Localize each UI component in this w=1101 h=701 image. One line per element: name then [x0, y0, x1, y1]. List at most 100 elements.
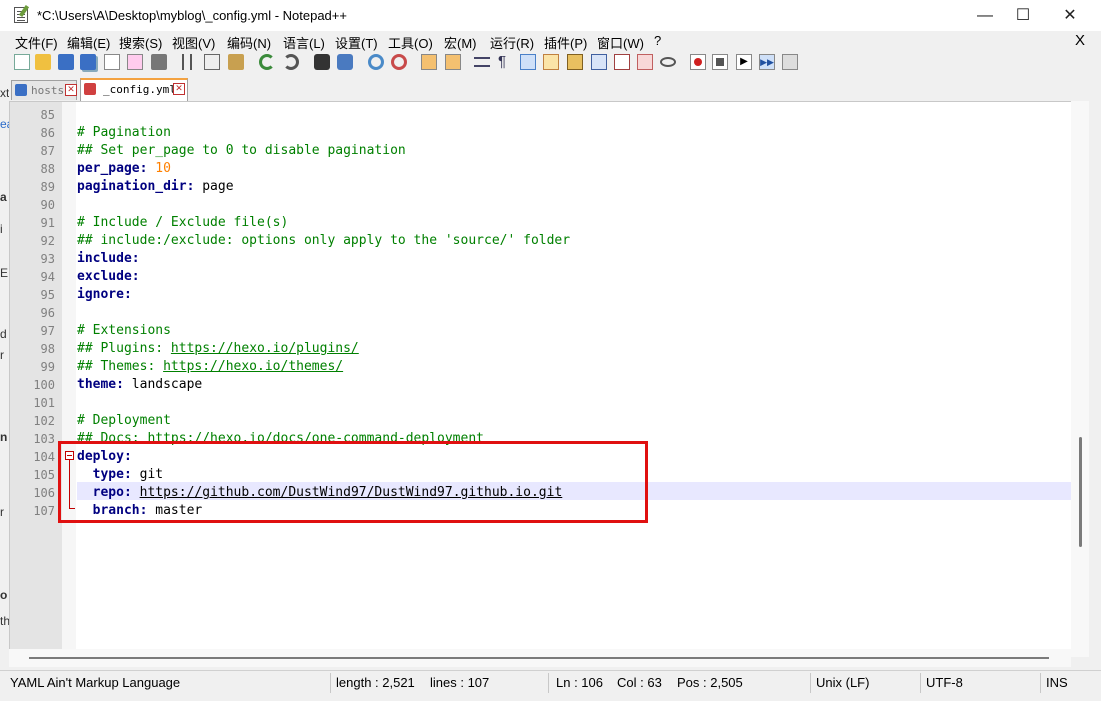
code-url-link[interactable]: https://hexo.io/themes/ — [163, 359, 343, 374]
code-line[interactable]: ## Set per_page to 0 to disable paginati… — [77, 142, 406, 160]
run-macro-multiple-icon[interactable]: ▶▶ — [759, 54, 775, 70]
code-line[interactable]: per_page: 10 — [77, 160, 171, 178]
code-line[interactable]: # Extensions — [77, 322, 171, 340]
close-all-icon[interactable] — [127, 54, 143, 70]
open-file-icon[interactable] — [35, 54, 51, 70]
tab-bar: hosts ✕ _config.yml ✕ — [0, 77, 1101, 101]
undo-icon[interactable] — [259, 54, 275, 70]
line-number: 100 — [33, 378, 55, 392]
new-file-icon[interactable] — [14, 54, 30, 70]
code-line[interactable]: ## Plugins: https://hexo.io/plugins/ — [77, 340, 359, 358]
replace-icon[interactable] — [337, 54, 353, 70]
redo-icon[interactable] — [283, 54, 299, 70]
tab-config-yml[interactable]: _config.yml ✕ — [80, 78, 188, 101]
line-number: 88 — [40, 162, 55, 176]
code-line[interactable]: ## Themes: https://hexo.io/themes/ — [77, 358, 343, 376]
play-macro-icon[interactable]: ▶ — [736, 54, 752, 70]
status-eol: Unix (LF) — [816, 675, 870, 690]
tab-close-icon[interactable]: ✕ — [173, 83, 185, 95]
print-icon[interactable] — [151, 54, 167, 70]
folder-workspace-icon[interactable] — [614, 54, 630, 70]
menu-macro[interactable]: 宏(M) — [444, 33, 477, 52]
menu-view[interactable]: 视图(V) — [172, 33, 215, 52]
record-macro-icon[interactable] — [690, 54, 706, 70]
sync-vertical-icon[interactable] — [421, 54, 437, 70]
line-number: 90 — [40, 198, 55, 212]
code-line[interactable]: # Deployment — [77, 412, 171, 430]
code-token: pagination_dir: — [77, 179, 195, 194]
status-language: YAML Ain't Markup Language — [10, 675, 181, 690]
menu-settings[interactable]: 设置(T) — [335, 33, 378, 52]
menu-plugins[interactable]: 插件(P) — [544, 33, 587, 52]
code-token: 10 — [155, 161, 171, 176]
menu-tools[interactable]: 工具(O) — [388, 33, 433, 52]
tab-hosts[interactable]: hosts ✕ — [11, 80, 77, 100]
menu-language[interactable]: 语言(L) — [283, 33, 325, 52]
code-line[interactable]: include: — [77, 250, 140, 268]
show-all-chars-icon[interactable]: ¶ — [498, 54, 514, 70]
code-line[interactable]: # Pagination — [77, 124, 171, 142]
vertical-scrollbar[interactable] — [1071, 101, 1089, 657]
paste-icon[interactable] — [228, 54, 244, 70]
doc-map-icon[interactable] — [567, 54, 583, 70]
code-token: ## include:/exclude: options only apply … — [77, 233, 571, 248]
sync-horizontal-icon[interactable] — [445, 54, 461, 70]
code-url-link[interactable]: https://hexo.io/plugins/ — [171, 341, 359, 356]
background-text: r — [0, 505, 4, 519]
save-all-icon[interactable] — [80, 54, 96, 70]
code-line[interactable]: ## include:/exclude: options only apply … — [77, 232, 570, 250]
close-document-button[interactable]: X — [1075, 32, 1085, 49]
close-window-button[interactable]: ✕ — [1047, 0, 1093, 31]
close-icon[interactable] — [104, 54, 120, 70]
tab-close-icon[interactable]: ✕ — [65, 84, 77, 96]
word-wrap-icon[interactable] — [474, 57, 490, 67]
menu-encoding[interactable]: 编码(N) — [227, 33, 271, 52]
copy-icon[interactable] — [204, 54, 220, 70]
menu-window[interactable]: 窗口(W) — [597, 33, 644, 52]
menu-run[interactable]: 运行(R) — [490, 33, 534, 52]
save-icon[interactable] — [58, 54, 74, 70]
zoom-in-icon[interactable] — [368, 54, 384, 70]
find-icon[interactable] — [314, 54, 330, 70]
function-list-icon[interactable] — [591, 54, 607, 70]
vertical-scrollbar-thumb[interactable] — [1079, 437, 1082, 547]
menu-edit[interactable]: 编辑(E) — [67, 33, 110, 52]
code-line[interactable]: exclude: — [77, 268, 140, 286]
code-token: ## Set per_page to 0 to disable paginati… — [77, 143, 406, 158]
menu-search[interactable]: 搜索(S) — [119, 33, 162, 52]
status-encoding: UTF-8 — [926, 675, 963, 690]
unsaved-file-icon — [84, 83, 96, 95]
background-text: o — [0, 588, 8, 602]
code-line[interactable]: pagination_dir: page — [77, 178, 234, 196]
background-text: a — [0, 190, 7, 204]
code-editor[interactable]: 85 86 87 88 89 90 91 92 93 94 95 96 97 98 99 100 101 102 1… — [9, 101, 1089, 658]
code-token: page — [194, 179, 234, 194]
code-line[interactable]: ignore: — [77, 286, 132, 304]
doc-switcher-icon[interactable] — [637, 54, 653, 70]
save-macro-icon[interactable] — [782, 54, 798, 70]
background-window-edge: xt ea a i E d r n r o th — [0, 77, 9, 667]
zoom-out-icon[interactable] — [391, 54, 407, 70]
horizontal-scrollbar-thumb[interactable] — [29, 657, 1049, 659]
title-bar: *C:\Users\A\Desktop\myblog\_config.yml -… — [0, 0, 1101, 31]
window-title: *C:\Users\A\Desktop\myblog\_config.yml -… — [37, 8, 347, 23]
monitoring-icon[interactable] — [660, 57, 676, 67]
background-text: ea — [0, 117, 9, 131]
code-token: theme: — [77, 377, 124, 392]
language-icon[interactable] — [543, 54, 559, 70]
maximize-button[interactable]: ☐ — [1000, 0, 1046, 31]
line-number: 85 — [40, 108, 55, 122]
menu-file[interactable]: 文件(F) — [15, 33, 58, 52]
stop-macro-icon[interactable] — [712, 54, 728, 70]
code-line[interactable]: # Include / Exclude file(s) — [77, 214, 288, 232]
status-bar: YAML Ain't Markup Language length : 2,52… — [0, 670, 1101, 695]
status-insert-mode: INS — [1046, 675, 1068, 690]
status-separator — [920, 673, 921, 693]
status-length: length : 2,521 — [336, 675, 415, 690]
menu-help[interactable]: ? — [654, 33, 661, 48]
indent-guide-icon[interactable] — [520, 54, 536, 70]
cut-icon[interactable] — [182, 54, 192, 70]
line-number: 105 — [33, 468, 55, 482]
code-line[interactable]: theme: landscape — [77, 376, 202, 394]
background-text: xt — [0, 86, 9, 100]
